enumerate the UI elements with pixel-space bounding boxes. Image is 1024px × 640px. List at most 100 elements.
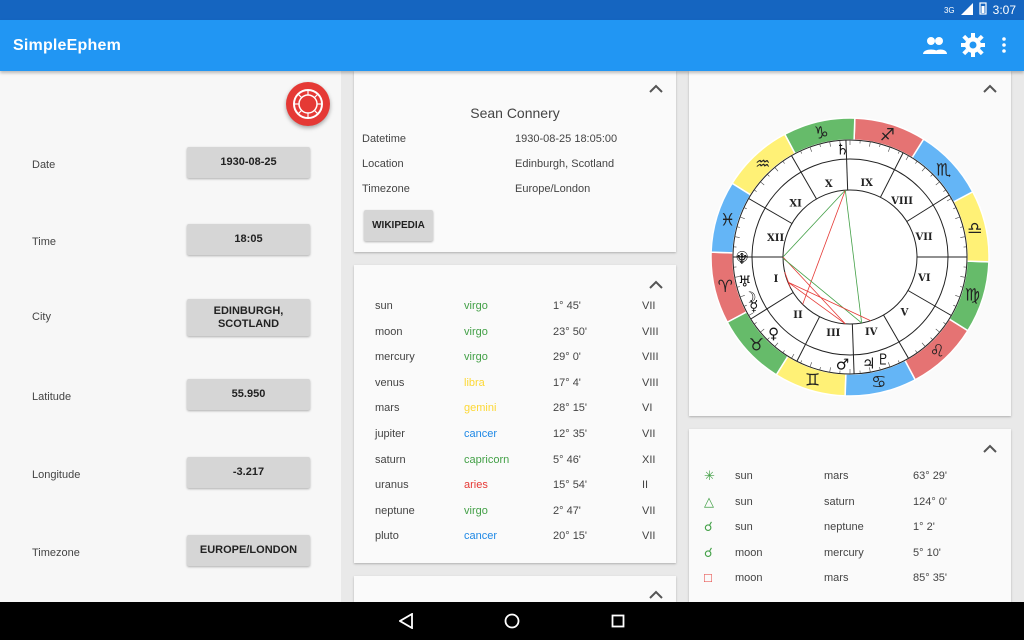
planet-house: VII [642, 300, 656, 312]
planet-sign: libra [464, 376, 485, 389]
city-button[interactable]: EDINBURGH, SCOTLAND [187, 299, 310, 336]
aspect-row: □ moon mars 85° 35' [689, 570, 1011, 592]
aspect-planet-2: mars [824, 572, 849, 585]
planet-row: jupiter cancer 12° 35' VII [354, 428, 676, 448]
location-value: Edinburgh, Scotland [515, 158, 615, 170]
planet-name: uranus [375, 479, 409, 492]
house-number: III [826, 328, 840, 339]
more-vert-icon[interactable] [998, 32, 1010, 58]
collapse-chevron-icon[interactable] [648, 280, 664, 290]
zodiac-sign-glyph: ♍ [965, 285, 980, 305]
aspect-planet-2: saturn [824, 495, 855, 508]
collapse-chevron-icon[interactable] [982, 84, 998, 94]
aspect-planet-2: neptune [824, 521, 864, 534]
settings-icon[interactable] [960, 32, 986, 58]
planet-degree: 15° 54' [553, 479, 588, 492]
planet-degree: 2° 47' [553, 504, 581, 517]
planet-glyph: ♄ [836, 140, 849, 158]
time-label: Time [32, 236, 57, 248]
house-number: VII [914, 232, 932, 243]
planet-sign: virgo [464, 351, 488, 364]
collapse-chevron-icon[interactable] [648, 590, 664, 600]
people-icon[interactable] [922, 32, 948, 58]
network-indicator: 3G [943, 5, 955, 15]
aspect-planet-2: mars [824, 470, 849, 482]
aspect-row: ☌ sun neptune 1° 2' [689, 519, 1011, 541]
zodiac-sign-glyph: ♋ [871, 373, 886, 393]
person-name: Sean Connery [470, 105, 560, 121]
datetime-label: Datetime [362, 133, 407, 145]
recents-icon[interactable] [605, 608, 631, 634]
time-row: Time 18:05 [0, 224, 341, 264]
planet-row: pluto cancer 20° 15' VII [354, 530, 676, 550]
time-button[interactable]: 18:05 [187, 224, 310, 255]
planet-degree: 5° 46' [553, 453, 581, 466]
latitude-button[interactable]: 55.950 [187, 379, 310, 410]
planet-row: sun virgo 1° 45' VII [354, 300, 676, 320]
wikipedia-button[interactable]: WIKIPEDIA [364, 210, 433, 241]
person-timezone-label: Timezone [362, 183, 410, 195]
planet-sign: virgo [464, 504, 488, 517]
aspect-degree: 85° 35' [913, 572, 948, 585]
planet-row: mars gemini 28° 15' VI [354, 402, 676, 422]
planet-sign: cancer [464, 428, 498, 440]
planet-row: venus libra 17° 4' VIII [354, 377, 676, 397]
planet-name: jupiter [375, 428, 405, 440]
longitude-button[interactable]: -3.217 [187, 457, 310, 488]
back-icon[interactable] [393, 608, 419, 634]
planet-degree: 12° 35' [553, 428, 588, 440]
planet-degree: 1° 45' [553, 300, 581, 312]
natal-chart-wheel[interactable]: ♈♉♊ ♋♌♍♎♏♐♑♒♓IIIIII IVVVIVIIVIIIIXXXIXII☉☽… [689, 71, 1011, 416]
planet-name: neptune [375, 504, 415, 517]
aspect-row: ☌ moon mercury 5° 10' [689, 545, 1011, 567]
planet-row: saturn capricorn 5° 46' XII [354, 454, 676, 474]
planet-house: VII [642, 530, 656, 543]
location-label: Location [362, 158, 404, 170]
planet-name: sun [375, 300, 393, 312]
planet-house: VII [642, 428, 656, 440]
planet-name: moon [375, 325, 403, 338]
city-label: City [32, 311, 51, 323]
zodiac-sign-glyph: ♑ [814, 123, 829, 143]
house-number: XII [767, 233, 784, 244]
input-panel: Date 1930-08-25 Time 18:05 City EDINBURG… [0, 71, 341, 602]
planet-house: II [642, 479, 649, 492]
app-title: SimpleEphem [13, 36, 122, 54]
zodiac-sign-glyph: ♎ [967, 219, 982, 239]
planet-degree: 17° 4' [553, 376, 581, 389]
date-button[interactable]: 1930-08-25 [187, 147, 310, 178]
home-icon[interactable] [499, 608, 525, 634]
planet-name: mercury [375, 351, 415, 364]
collapse-chevron-icon[interactable] [648, 84, 664, 94]
planet-glyph: ♆ [735, 250, 748, 268]
zodiac-sign-glyph: ♏ [936, 161, 951, 181]
house-number: X [825, 179, 833, 190]
house-number: II [793, 310, 803, 321]
aspect-degree: 1° 2' [913, 521, 935, 534]
timezone-button[interactable]: EUROPE/LONDON [187, 535, 310, 566]
aspect-degree: 63° 29' [913, 470, 948, 482]
chart-card: ♈ ♉ ♊ ♋ ♌ ♍ ♎ ♏ ♐ ♑ ♒ ♓ I II III IV V VI VII VIII IX X XI XII ☉ ☽… [689, 71, 1011, 416]
aspect-row: ✳ sun mars 63° 29' [689, 468, 1011, 490]
planet-degree: 23° 50' [553, 325, 588, 338]
collapse-chevron-icon[interactable] [982, 444, 998, 454]
aspect-degree: 5° 10' [913, 546, 941, 559]
planet-glyph: ♃ [862, 354, 875, 372]
planet-degree: 29° 0' [553, 351, 581, 364]
planet-house: XII [642, 453, 656, 466]
aspect-planet-1: moon [735, 572, 763, 585]
house-number: V [900, 307, 909, 318]
house-number: XI [789, 199, 802, 210]
planet-glyph: ♀ [768, 324, 779, 342]
aspect-row: △ sun saturn 124° 0' [689, 494, 1011, 516]
planet-name: venus [375, 376, 405, 389]
wheel-icon [293, 89, 323, 119]
timezone-row: Timezone EUROPE/LONDON [0, 535, 341, 575]
planet-house: VII [642, 504, 656, 517]
planet-name: saturn [375, 453, 406, 466]
house-number: IV [865, 327, 878, 338]
zodiac-sign-glyph: ♒ [755, 154, 770, 174]
planet-row: uranus aries 15° 54' II [354, 479, 676, 499]
chart-wheel-fab[interactable] [286, 82, 330, 126]
planet-degree: 28° 15' [553, 402, 588, 415]
